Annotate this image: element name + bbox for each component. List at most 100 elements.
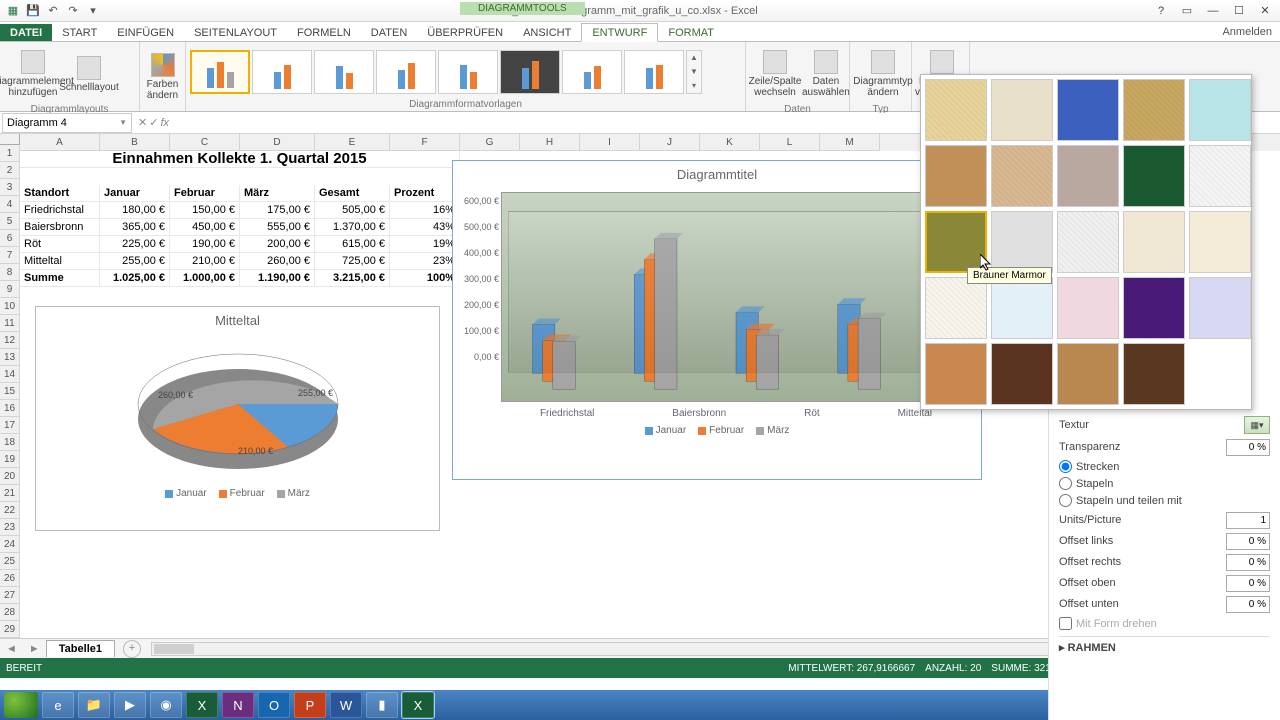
format-pane[interactable]: Textur▦▾ Transparenz Strecken Stapeln St… — [1048, 408, 1280, 720]
ribbon-options-icon[interactable]: ▭ — [1176, 3, 1198, 19]
chart-style-8[interactable] — [624, 50, 684, 94]
texture-swatch[interactable] — [925, 343, 987, 405]
rotate-with-shape-check[interactable] — [1059, 617, 1072, 630]
chevron-down-icon[interactable]: ▼ — [119, 118, 127, 127]
name-box[interactable]: Diagramm 4▼ — [2, 113, 132, 133]
column-header[interactable]: D — [240, 134, 315, 151]
row-header[interactable]: 25 — [0, 553, 20, 570]
tab-datei[interactable]: DATEI — [0, 24, 52, 41]
column-header[interactable]: I — [580, 134, 640, 151]
row-header[interactable]: 6 — [0, 230, 20, 247]
start-button[interactable] — [4, 692, 38, 718]
sheet-nav-prev[interactable]: ◄ — [0, 643, 23, 655]
row-header[interactable]: 8 — [0, 264, 20, 281]
texture-swatch[interactable] — [1123, 79, 1185, 141]
tab-format[interactable]: FORMAT — [658, 24, 724, 41]
column-header[interactable]: K — [700, 134, 760, 151]
onenote-icon[interactable]: N — [222, 692, 254, 718]
pie-chart[interactable]: Mitteltal 255,00 € 210,00 € 260,00 € Jan… — [35, 306, 440, 531]
change-chart-type-button[interactable]: Diagrammtyp ändern — [854, 44, 912, 104]
texture-swatch[interactable] — [991, 145, 1053, 207]
tab-formeln[interactable]: FORMELN — [287, 24, 361, 41]
units-input[interactable] — [1226, 512, 1270, 529]
row-header[interactable]: 24 — [0, 536, 20, 553]
explorer-icon[interactable]: 📁 — [78, 692, 110, 718]
texture-swatch[interactable] — [1189, 211, 1251, 273]
row-header[interactable]: 3 — [0, 179, 20, 196]
chart-style-2[interactable] — [252, 50, 312, 94]
excel-running-icon[interactable]: X — [402, 692, 434, 718]
tab-ansicht[interactable]: ANSICHT — [513, 24, 581, 41]
tab-entwurf[interactable]: ENTWURF — [581, 23, 658, 42]
bar-chart[interactable]: Diagrammtitel 600,00 €500,00 €400,00 €30… — [452, 160, 982, 480]
tab-einfuegen[interactable]: EINFÜGEN — [107, 24, 184, 41]
column-header[interactable]: E — [315, 134, 390, 151]
fx-icon[interactable]: fx — [160, 117, 169, 129]
row-header[interactable]: 26 — [0, 570, 20, 587]
texture-swatch[interactable] — [925, 277, 987, 339]
texture-swatch[interactable] — [1057, 343, 1119, 405]
texture-swatch[interactable] — [991, 343, 1053, 405]
enter-fx-icon[interactable]: ✓ — [149, 116, 158, 129]
stack-radio[interactable] — [1059, 477, 1072, 490]
row-header[interactable]: 11 — [0, 315, 20, 332]
texture-swatch[interactable] — [1189, 277, 1251, 339]
row-header[interactable]: 23 — [0, 519, 20, 536]
row-header[interactable]: 9 — [0, 281, 20, 298]
maximize-icon[interactable]: ☐ — [1228, 3, 1250, 19]
row-header[interactable]: 21 — [0, 485, 20, 502]
sheet-tab[interactable]: Tabelle1 — [46, 640, 115, 657]
add-chart-element-button[interactable]: Diagrammelement hinzufügen — [4, 44, 62, 104]
chart-style-3[interactable] — [314, 50, 374, 94]
texture-swatch[interactable] — [991, 277, 1053, 339]
texture-swatch[interactable] — [925, 211, 987, 273]
stretch-radio[interactable] — [1059, 460, 1072, 473]
row-header[interactable]: 19 — [0, 451, 20, 468]
chart-styles-gallery[interactable]: ▲▼▾ — [190, 44, 741, 99]
row-header[interactable]: 10 — [0, 298, 20, 315]
texture-swatch[interactable] — [991, 79, 1053, 141]
save-icon[interactable]: 💾 — [24, 2, 42, 20]
row-header[interactable]: 28 — [0, 604, 20, 621]
column-header[interactable]: L — [760, 134, 820, 151]
change-colors-button[interactable]: Farben ändern — [144, 47, 181, 107]
chart-style-6[interactable] — [500, 50, 560, 94]
texture-swatch[interactable] — [1123, 343, 1185, 405]
row-header[interactable]: 18 — [0, 434, 20, 451]
qat-more-icon[interactable]: ▾ — [84, 2, 102, 20]
ie-icon[interactable]: e — [42, 692, 74, 718]
column-header[interactable]: B — [100, 134, 170, 151]
texture-dropdown-button[interactable]: ▦▾ — [1244, 416, 1270, 434]
minimize-icon[interactable]: — — [1202, 3, 1224, 19]
column-header[interactable]: H — [520, 134, 580, 151]
tab-ueberpruefen[interactable]: ÜBERPRÜFEN — [417, 24, 513, 41]
offset-bottom-input[interactable] — [1226, 596, 1270, 613]
select-data-button[interactable]: Daten auswählen — [802, 44, 850, 104]
row-header[interactable]: 17 — [0, 417, 20, 434]
row-header[interactable]: 22 — [0, 502, 20, 519]
texture-swatch[interactable] — [1057, 211, 1119, 273]
texture-swatch[interactable] — [1189, 79, 1251, 141]
row-header[interactable]: 14 — [0, 366, 20, 383]
texture-swatch[interactable] — [1189, 145, 1251, 207]
tab-start[interactable]: START — [52, 24, 107, 41]
tab-daten[interactable]: DATEN — [361, 24, 417, 41]
offset-left-input[interactable] — [1226, 533, 1270, 550]
row-header[interactable]: 16 — [0, 400, 20, 417]
texture-swatch[interactable] — [1057, 79, 1119, 141]
column-header[interactable]: M — [820, 134, 880, 151]
help-icon[interactable]: ? — [1150, 3, 1172, 19]
styles-scroll[interactable]: ▲▼▾ — [686, 50, 702, 94]
bar-title[interactable]: Diagrammtitel — [453, 161, 981, 188]
wmp-icon[interactable]: ▶ — [114, 692, 146, 718]
powerpoint-icon[interactable]: P — [294, 692, 326, 718]
signin-link[interactable]: Anmelden — [1214, 23, 1280, 41]
add-sheet-button[interactable]: + — [123, 640, 141, 658]
column-header[interactable]: G — [460, 134, 520, 151]
row-header[interactable]: 15 — [0, 383, 20, 400]
chart-style-4[interactable] — [376, 50, 436, 94]
column-header[interactable]: F — [390, 134, 460, 151]
texture-swatch[interactable] — [925, 79, 987, 141]
row-header[interactable]: 2 — [0, 162, 20, 179]
row-header[interactable]: 27 — [0, 587, 20, 604]
